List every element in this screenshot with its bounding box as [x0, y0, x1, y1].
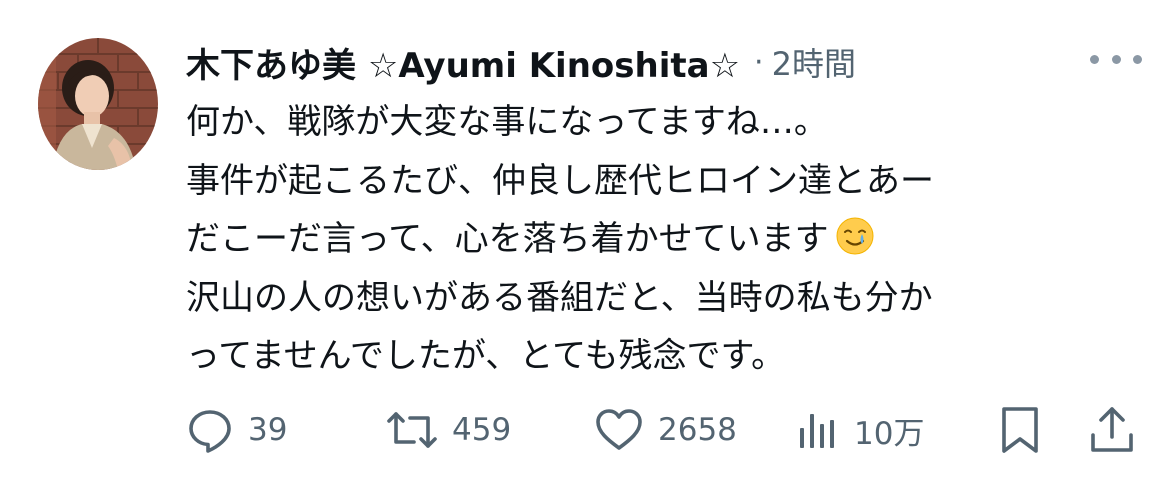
tweet-text-line: 事件が起こるたび、仲良し歴代ヒロイン達とあー	[186, 160, 934, 201]
header-separator: ·	[754, 44, 764, 80]
tweet-header: 木下あゆ美 ☆Ayumi Kinoshita☆ · 2時間	[186, 32, 856, 92]
tweet-text: 何か、戦隊が大変な事になってますね…。 事件が起こるたび、仲良し歴代ヒロイン達と…	[186, 93, 1146, 386]
views-bar-chart-icon	[800, 414, 834, 448]
author-display-name[interactable]: 木下あゆ美 ☆Ayumi Kinoshita☆	[186, 38, 740, 87]
avatar[interactable]	[38, 38, 158, 170]
avatar-image	[38, 38, 158, 170]
share-button[interactable]	[1088, 404, 1136, 456]
retweet-count: 459	[452, 412, 512, 448]
more-dot	[1111, 54, 1121, 64]
views-count: 10万	[854, 415, 925, 452]
retweet-button[interactable]: 459	[386, 404, 511, 456]
heart-icon	[596, 409, 642, 450]
share-upload-icon	[1091, 407, 1133, 452]
tweet-timestamp[interactable]: 2時間	[772, 39, 856, 85]
like-button[interactable]: 2658	[594, 404, 737, 456]
tweet-text-line: だこーだ言って、心を落ち着かせています	[186, 210, 1146, 269]
reply-bubble-icon	[189, 410, 231, 453]
more-dot	[1090, 54, 1099, 64]
smiling-face-with-tear-icon	[835, 216, 875, 275]
like-count: 2658	[658, 412, 737, 448]
reply-count: 39	[248, 412, 288, 448]
tweet-text-line: ってませんでしたが、とても残念です。	[186, 336, 786, 376]
more-dots-icon[interactable]	[1090, 44, 1142, 74]
retweet-icon	[387, 412, 437, 448]
bookmark-button[interactable]	[998, 404, 1042, 456]
more-dot	[1133, 54, 1142, 64]
views-button[interactable]: 10万	[798, 404, 924, 456]
tweet-text-line-content: だこーだ言って、心を落ち着かせています	[186, 219, 829, 259]
reply-button[interactable]: 39	[186, 404, 287, 456]
bookmark-icon	[1002, 407, 1038, 453]
tweet-text-line: 何か、戦隊が大変な事になってますね…。	[186, 102, 828, 142]
tweet-card[interactable]: 木下あゆ美 ☆Ayumi Kinoshita☆ · 2時間 何か、戦隊が大変な事…	[0, 0, 1170, 499]
tweet-text-line: 沢山の人の想いがある番組だと、当時の私も分か	[186, 277, 933, 318]
tweet-actions-bar: 39 459 2658 10万	[186, 404, 1146, 456]
